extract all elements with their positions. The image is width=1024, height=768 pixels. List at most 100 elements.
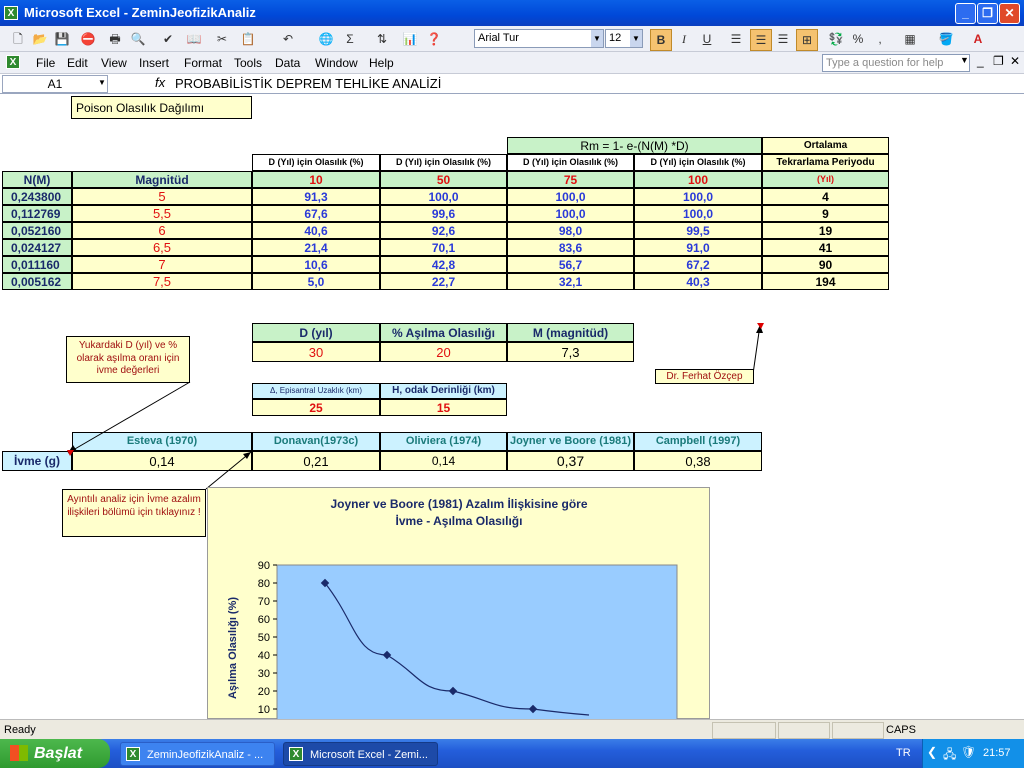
magnitude-cell[interactable]: 6 (72, 222, 252, 239)
probability-cell[interactable]: 70,1 (380, 239, 507, 256)
tekrarlama-label[interactable]: Tekrarlama Periyodu (762, 154, 889, 171)
start-button[interactable]: Başlat (0, 739, 110, 768)
menu-edit[interactable]: Edit (67, 56, 88, 70)
nm-header[interactable]: N(M) (2, 171, 72, 188)
note-detail-link[interactable]: Ayıntılı analiz için İvme azalım ilişkil… (62, 489, 206, 537)
probability-cell[interactable]: 22,7 (380, 273, 507, 290)
period-cell[interactable]: 90 (762, 256, 889, 273)
year-header[interactable]: 100 (634, 171, 762, 188)
col-header[interactable]: D (Yıl) için Olasılık (%) (507, 154, 634, 171)
magnitude-cell[interactable]: 7 (72, 256, 252, 273)
menu-format[interactable]: Format (184, 56, 222, 70)
function-icon[interactable]: fx (155, 75, 165, 90)
poisson-label[interactable]: Poison Olasılık Dağılımı (71, 96, 252, 119)
security-icon[interactable]: 🛡 (961, 745, 976, 759)
font-size-select[interactable]: 12 ▼ (605, 29, 643, 48)
borders-icon[interactable]: ▦ (900, 29, 920, 49)
probability-cell[interactable]: 91,3 (252, 188, 380, 205)
menu-window[interactable]: Window (315, 56, 358, 70)
permission-icon[interactable]: ⛔ (78, 29, 98, 49)
open-icon[interactable]: 📂 (30, 29, 50, 49)
nm-cell[interactable]: 0,052160 (2, 222, 72, 239)
nm-cell[interactable]: 0,112769 (2, 205, 72, 222)
language-indicator[interactable]: TR (896, 747, 911, 759)
probability-cell[interactable]: 10,6 (252, 256, 380, 273)
note-author[interactable]: Dr. Ferhat Özçep (655, 369, 754, 384)
col-header[interactable]: D (Yıl) için Olasılık (%) (252, 154, 380, 171)
probability-cell[interactable]: 40,3 (634, 273, 762, 290)
nm-cell[interactable]: 0,024127 (2, 239, 72, 256)
period-cell[interactable]: 194 (762, 273, 889, 290)
magnitude-header[interactable]: Magnitüd (72, 171, 252, 188)
percent-icon[interactable]: % (848, 29, 868, 49)
font-color-icon[interactable]: A (968, 29, 988, 49)
menu-file[interactable]: File (36, 56, 55, 70)
probability-cell[interactable]: 42,8 (380, 256, 507, 273)
probability-cell[interactable]: 100,0 (634, 205, 762, 222)
nm-cell[interactable]: 0,005162 (2, 273, 72, 290)
align-left-icon[interactable]: ☰ (726, 29, 746, 49)
year-header[interactable]: 75 (507, 171, 634, 188)
nm-cell[interactable]: 0,011160 (2, 256, 72, 273)
print-preview-icon[interactable]: 🔍 (128, 29, 148, 49)
menu-view[interactable]: View (101, 56, 127, 70)
probability-cell[interactable]: 100,0 (634, 188, 762, 205)
probability-cell[interactable]: 99,5 (634, 222, 762, 239)
period-cell[interactable]: 19 (762, 222, 889, 239)
period-cell[interactable]: 4 (762, 188, 889, 205)
year-header[interactable]: 50 (380, 171, 507, 188)
chart-wizard-icon[interactable]: 📊 (400, 29, 420, 49)
paste-icon[interactable]: 📋 (238, 29, 258, 49)
probability-cell[interactable]: 21,4 (252, 239, 380, 256)
doc-restore-button[interactable]: ❐ (993, 54, 1004, 68)
merge-center-icon[interactable]: ⊞ (796, 29, 818, 51)
hyperlink-icon[interactable]: 🌐 (316, 29, 336, 49)
chevron-down-icon[interactable]: ▼ (98, 78, 106, 87)
align-right-icon[interactable]: ☰ (773, 29, 793, 49)
magnitude-cell[interactable]: 5,5 (72, 205, 252, 222)
help-icon[interactable]: ❓ (424, 29, 444, 49)
bold-button[interactable]: B (650, 29, 672, 51)
print-icon[interactable]: 🖶 (105, 29, 125, 49)
close-button[interactable]: ✕ (999, 3, 1020, 24)
probability-cell[interactable]: 100,0 (507, 205, 634, 222)
col-header[interactable]: D (Yıl) için Olasılık (%) (380, 154, 507, 171)
italic-button[interactable]: I (674, 29, 694, 49)
font-select[interactable]: Arial Tur ▼ (474, 29, 604, 48)
menu-data[interactable]: Data (275, 56, 300, 70)
name-box[interactable]: A1 (2, 75, 108, 93)
year-header[interactable]: 10 (252, 171, 380, 188)
task-button-active[interactable]: X Microsoft Excel - Zemi... (283, 742, 438, 766)
period-cell[interactable]: 41 (762, 239, 889, 256)
menu-tools[interactable]: Tools (234, 56, 262, 70)
probability-cell[interactable]: 67,6 (252, 205, 380, 222)
magnitude-cell[interactable]: 6,5 (72, 239, 252, 256)
probability-cell[interactable]: 56,7 (507, 256, 634, 273)
spelling-icon[interactable]: ✔ (158, 29, 178, 49)
probability-cell[interactable]: 32,1 (507, 273, 634, 290)
yil-header[interactable]: (Yıl) (762, 171, 889, 188)
probability-cell[interactable]: 91,0 (634, 239, 762, 256)
undo-icon[interactable]: ↶ (278, 29, 298, 49)
probability-cell[interactable]: 40,6 (252, 222, 380, 239)
save-icon[interactable]: 💾 (52, 29, 72, 49)
col-header[interactable]: D (Yıl) için Olasılık (%) (634, 154, 762, 171)
probability-cell[interactable]: 5,0 (252, 273, 380, 290)
acceleration-chart[interactable]: Joyner ve Boore (1981) Azalım İlişkisine… (207, 487, 710, 720)
period-cell[interactable]: 9 (762, 205, 889, 222)
probability-cell[interactable]: 100,0 (507, 188, 634, 205)
sort-icon[interactable]: ⇅ (372, 29, 392, 49)
probability-cell[interactable]: 100,0 (380, 188, 507, 205)
probability-cell[interactable]: 67,2 (634, 256, 762, 273)
doc-close-button[interactable]: ✕ (1010, 54, 1020, 68)
menu-help[interactable]: Help (369, 56, 394, 70)
research-icon[interactable]: 📖 (184, 29, 204, 49)
ortalama-label[interactable]: Ortalama (762, 137, 889, 154)
currency-icon[interactable]: 💱 (826, 29, 846, 49)
new-icon[interactable]: 🗋 (8, 29, 28, 49)
ask-question-input[interactable]: Type a question for help (822, 54, 970, 72)
task-button[interactable]: X ZeminJeofizikAnaliz - ... (120, 742, 275, 766)
note-ivme[interactable]: Yukardaki D (yıl) ve % olarak aşılma ora… (66, 336, 190, 383)
minimize-button[interactable]: _ (955, 3, 976, 24)
fill-color-icon[interactable]: 🪣 (936, 29, 956, 49)
